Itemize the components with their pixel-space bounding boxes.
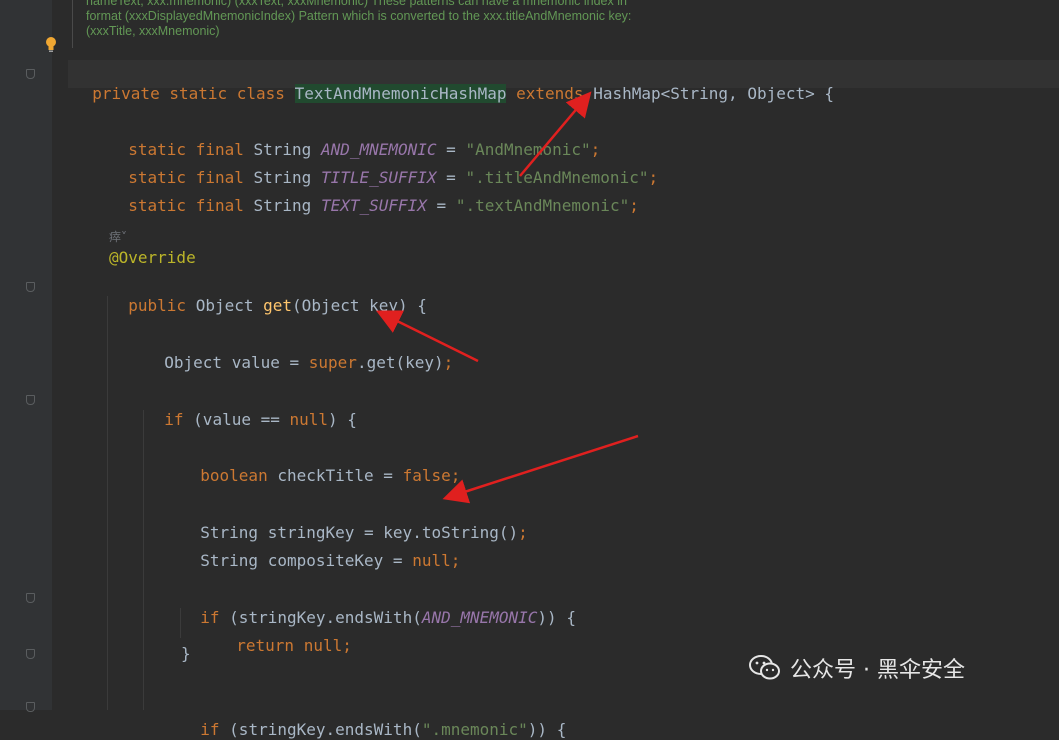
class-declaration-line: private static class TextAndMnemonicHash… [73,64,834,104]
arrow-to-tostring [442,434,639,504]
type: String [253,196,321,215]
modifiers: public [128,296,196,315]
parent-class: HashMap<String, Object> { [593,84,835,103]
if-null-line: if (value == null) { [145,390,357,430]
constant-name: AND_MNEMONIC [421,608,538,627]
lightbulb-icon[interactable] [44,36,58,54]
boolean-line: boolean checkTitle = false; [181,446,460,486]
if-keyword: if [164,410,194,429]
indent-guide [107,296,108,710]
semicolon: ; [443,353,454,372]
watermark: 公众号 · 黑伞安全 [748,648,965,688]
null-keyword: null [303,636,343,655]
extends-keyword: extends [506,84,594,103]
code-text: String compositeKey = [200,551,413,570]
value-assignment-line: Object value = super.get(key); [145,333,453,373]
string-literal: ".mnemonic" [421,720,528,739]
closing-brace-line: } [181,644,191,663]
semicolon: ; [518,523,528,542]
null-keyword: null [412,551,451,570]
fold-marker-if-2-end[interactable] [26,649,35,659]
return-type: Object [195,296,264,315]
if-ends-with-dot-mnemonic-line: if (stringKey.endsWith(".mnemonic")) { [181,700,566,740]
code-text: )) { [527,720,567,739]
code-text: .get(key) [356,353,444,372]
parameters: (Object key) { [292,296,427,315]
constant-line-text-suffix: static final String TEXT_SUFFIX = ".text… [109,176,639,216]
operator: = [426,196,456,215]
semicolon: ; [629,196,639,215]
fold-marker-if-3[interactable] [26,702,35,712]
code-text: ) { [328,410,357,429]
return-keyword: return [236,636,304,655]
return-null-line: return null; [217,616,352,656]
modifiers: private static class [92,84,295,103]
fold-marker-if[interactable] [26,395,35,405]
semicolon: ; [648,168,659,187]
method-name: get [263,296,293,315]
code-text: Object value = [164,353,309,372]
fold-column [52,0,68,710]
modifiers: static final [128,196,254,215]
semicolon: ; [342,636,352,655]
code-text: (stringKey.endsWith( [229,720,422,739]
override-annotation: @Override [109,248,196,267]
fold-marker-if-2[interactable] [26,593,35,603]
watermark-text: 公众号 · 黑伞安全 [790,658,965,683]
code-text: )) { [537,608,576,627]
false-keyword: false [402,466,451,485]
semicolon: ; [450,466,461,485]
code-text: (value == [193,410,290,429]
indent-guide [143,410,144,710]
composite-key-line: String compositeKey = null; [181,531,460,571]
fold-marker-method[interactable] [26,282,35,292]
line-gutter [0,0,52,710]
semicolon: ; [450,551,461,570]
wechat-icon [749,655,780,680]
string-literal: ".textAndMnemonic" [455,196,630,215]
boolean-keyword: boolean [200,466,278,485]
doc-comment-line-2: format (xxxDisplayedMnemonicIndex) Patte… [86,9,632,23]
class-name: TextAndMnemonicHashMap [294,84,507,103]
super-keyword: super [308,353,357,372]
inlay-hint[interactable]: 瘁˅ [109,228,127,245]
if-keyword: if [200,720,230,739]
null-keyword: null [289,410,329,429]
doc-comment-line-1: nameText, xxx.mnemonic) (xxxText, xxxMne… [86,0,627,8]
fold-marker-class[interactable] [26,69,35,79]
doc-comment-line-3: (xxxTitle, xxxMnemonic) [86,24,220,38]
method-declaration-line: public Object get(Object key) { [109,276,427,316]
code-text: checkTitle = [277,466,403,485]
constant-name: TEXT_SUFFIX [320,196,427,215]
